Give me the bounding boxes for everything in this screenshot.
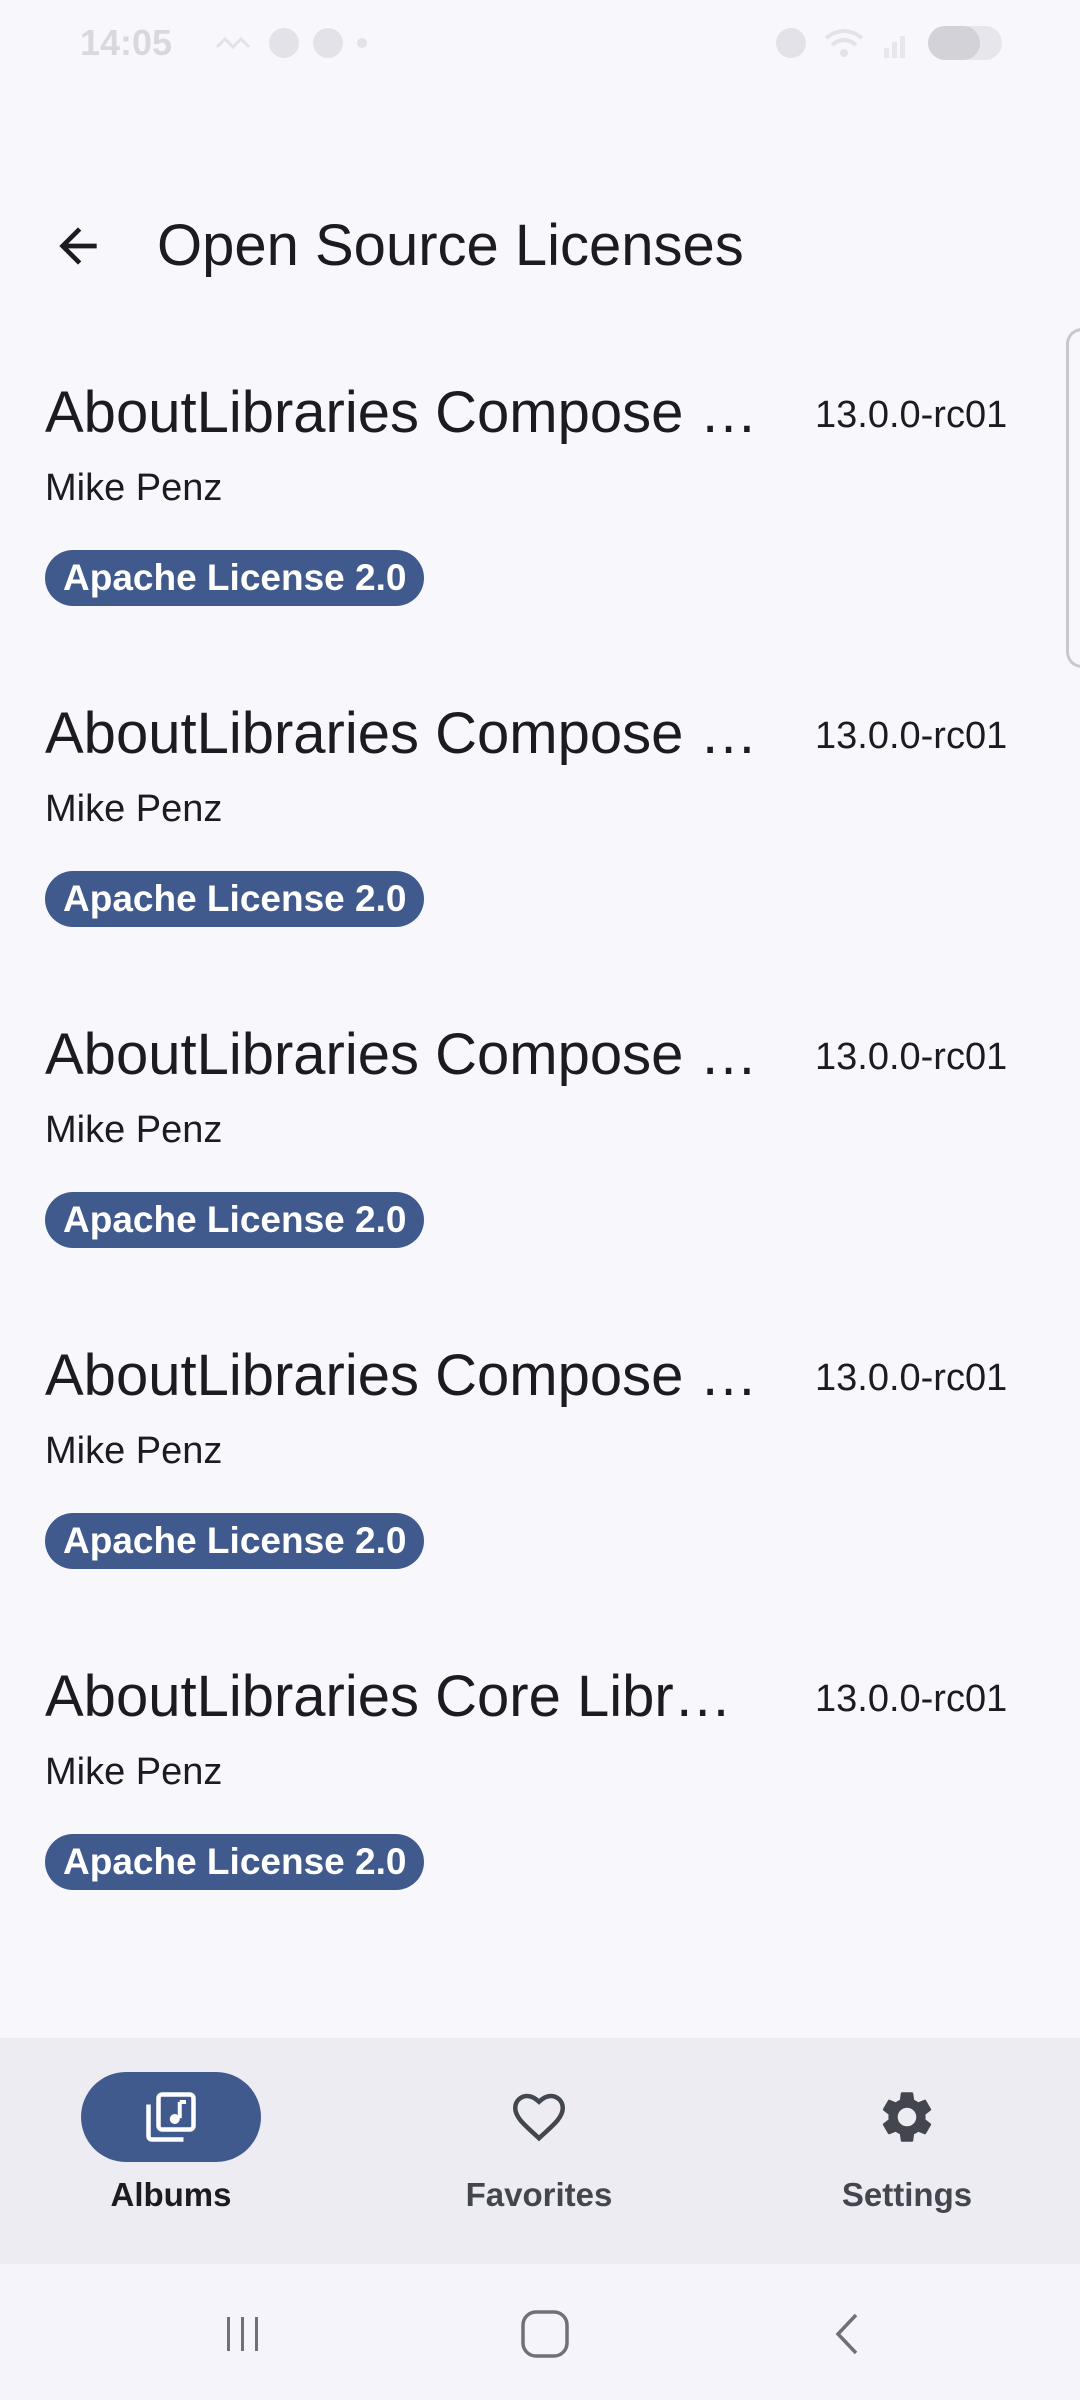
back-icon <box>835 2313 858 2355</box>
license-list-item[interactable]: AboutLibraries Compose … 13.0.0-rc01 Mik… <box>0 350 1080 671</box>
library-version: 13.0.0-rc01 <box>815 1678 1008 1720</box>
bottom-navigation-bar: Albums Favorites Settings <box>0 2038 1080 2264</box>
nav-item-albums[interactable]: Albums <box>21 2072 321 2232</box>
page-title: Open Source Licenses <box>157 213 744 278</box>
library-version: 13.0.0-rc01 <box>815 1357 1008 1399</box>
library-author: Mike Penz <box>45 1109 223 1151</box>
counter-icon <box>313 28 343 58</box>
license-list-item[interactable]: AboutLibraries Core Libr… 13.0.0-rc01 Mi… <box>0 1634 1080 1955</box>
gear-icon <box>882 2092 932 2142</box>
license-list-item[interactable]: AboutLibraries Compose … 13.0.0-rc01 Mik… <box>0 671 1080 992</box>
battery-level <box>928 26 980 60</box>
license-badge[interactable]: Apache License 2.0 <box>45 1513 425 1569</box>
library-name: AboutLibraries Compose … <box>45 1022 758 1087</box>
library-name: AboutLibraries Compose … <box>45 701 758 766</box>
nav-active-indicator <box>81 2072 261 2162</box>
top-app-bar: Open Source Licenses <box>0 170 1080 310</box>
home-icon <box>521 2310 569 2358</box>
cell-signal-icon <box>884 36 905 58</box>
system-navigation-bar <box>0 2264 1080 2400</box>
license-badge[interactable]: Apache License 2.0 <box>45 550 425 606</box>
library-name: AboutLibraries Compose … <box>45 380 758 445</box>
library-name: AboutLibraries Compose … <box>45 1343 758 1408</box>
library-author: Mike Penz <box>45 1751 223 1793</box>
license-badge[interactable]: Apache License 2.0 <box>45 1192 425 1248</box>
recents-button[interactable] <box>203 2294 283 2374</box>
status-bar: 14:05 <box>0 0 1080 90</box>
nav-label-favorites: Favorites <box>465 2176 613 2213</box>
nav-indicator <box>817 2072 997 2162</box>
heart-icon <box>512 2093 566 2142</box>
status-time: 14:05 <box>80 22 173 63</box>
license-badge[interactable]: Apache License 2.0 <box>45 871 425 927</box>
signal-wave-icon <box>215 36 251 50</box>
library-author: Mike Penz <box>45 1430 223 1472</box>
license-list-item[interactable]: AboutLibraries Compose … 13.0.0-rc01 Mik… <box>0 992 1080 1313</box>
license-list: AboutLibraries Compose … 13.0.0-rc01 Mik… <box>0 350 1080 1955</box>
nav-label-albums: Albums <box>110 2176 232 2213</box>
wifi-icon <box>824 29 864 57</box>
photo-album-icon <box>146 2092 196 2142</box>
nav-item-favorites[interactable]: Favorites <box>389 2072 689 2232</box>
system-back-button[interactable] <box>807 2294 887 2374</box>
back-button[interactable] <box>30 198 126 294</box>
nav-item-settings[interactable]: Settings <box>757 2072 1057 2232</box>
library-version: 13.0.0-rc01 <box>815 394 1008 436</box>
do-not-disturb-icon <box>776 28 806 58</box>
library-author: Mike Penz <box>45 788 223 830</box>
nav-indicator <box>449 2072 629 2162</box>
home-button[interactable] <box>505 2294 585 2374</box>
license-list-item[interactable]: AboutLibraries Compose … 13.0.0-rc01 Mik… <box>0 1313 1080 1634</box>
library-version: 13.0.0-rc01 <box>815 1036 1008 1078</box>
battery-icon <box>928 26 1002 60</box>
library-version: 13.0.0-rc01 <box>815 715 1008 757</box>
recents-icon <box>227 2317 258 2351</box>
notification-icons <box>215 28 367 58</box>
arrow-back-icon <box>59 227 97 265</box>
license-badge[interactable]: Apache License 2.0 <box>45 1834 425 1890</box>
dot-icon <box>357 38 367 48</box>
library-name: AboutLibraries Core Libr… <box>45 1664 732 1729</box>
system-status-icons <box>776 26 1002 60</box>
message-icon <box>269 28 299 58</box>
library-author: Mike Penz <box>45 467 223 509</box>
nav-label-settings: Settings <box>841 2176 973 2213</box>
